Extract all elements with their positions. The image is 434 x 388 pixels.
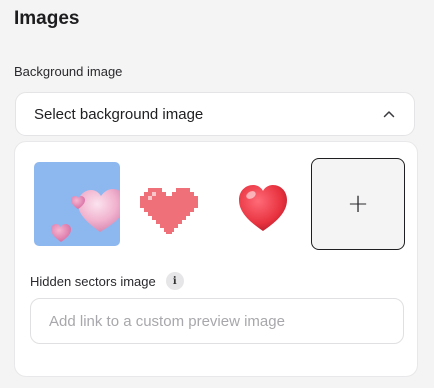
pink-hearts-option[interactable] (34, 162, 120, 246)
hidden-sectors-label: Hidden sectors image (30, 273, 156, 289)
plus-icon: + (347, 189, 369, 219)
red-heart-icon (239, 185, 287, 231)
pixel-heart-icon (140, 188, 198, 234)
preview-image-link-input[interactable] (30, 298, 404, 344)
chevron-up-icon (382, 107, 396, 121)
info-icon[interactable]: i (165, 272, 184, 290)
red-heart-option[interactable] (220, 162, 306, 246)
pink-hearts-icon (51, 189, 120, 242)
background-image-select[interactable]: Select background image (15, 92, 415, 136)
pixel-heart-option[interactable] (127, 162, 213, 246)
hidden-sectors-label-row: Hidden sectors image i (30, 272, 184, 290)
upload-image-button[interactable]: + (311, 158, 405, 250)
background-image-label: Background image (14, 64, 123, 79)
select-placeholder: Select background image (34, 105, 204, 123)
page-title: Images (14, 8, 80, 29)
image-options-panel: + Hidden sectors image i (14, 141, 418, 377)
